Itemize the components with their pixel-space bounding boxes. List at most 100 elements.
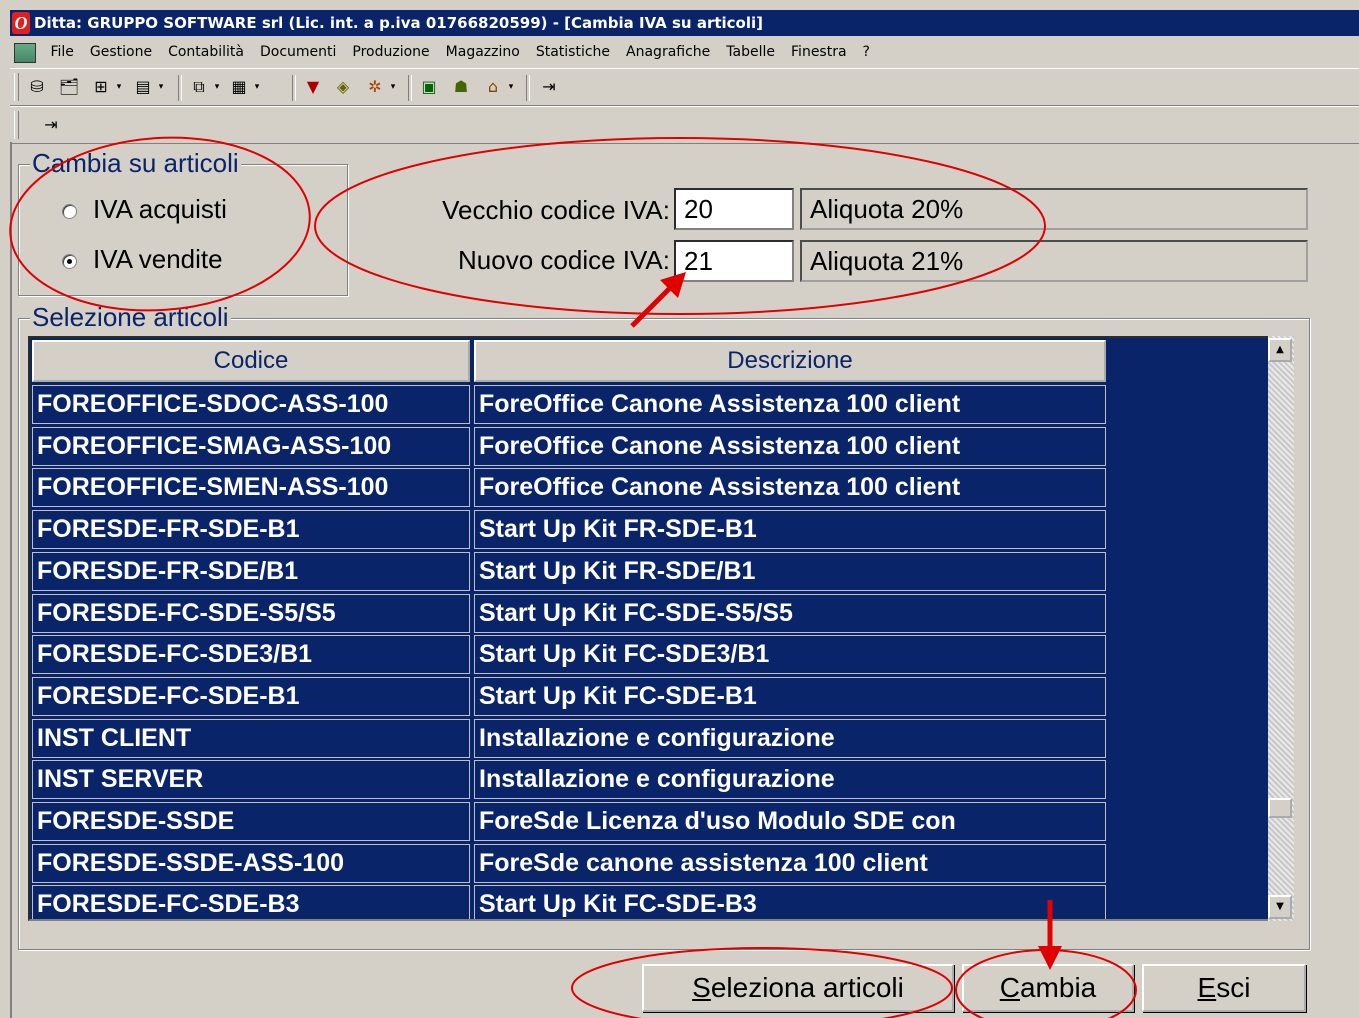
- menu-documenti[interactable]: Documenti: [252, 38, 344, 66]
- cell-descrizione[interactable]: Start Up Kit FR-SDE/B1: [474, 551, 1106, 591]
- chevron-down-icon[interactable]: ▾: [506, 76, 516, 98]
- menu-statistiche[interactable]: Statistiche: [528, 38, 618, 66]
- menu-magazzino[interactable]: Magazzino: [438, 38, 528, 66]
- table-row[interactable]: FORESDE-SSDE-ASS-100 ForeSde canone assis…: [30, 843, 1130, 885]
- cell-descrizione[interactable]: ForeOffice Canone Assistenza 100 client: [474, 426, 1106, 466]
- tree-icon[interactable]: ⊞: [90, 76, 112, 98]
- cell-codice[interactable]: FORESDE-FC-SDE3/B1: [32, 635, 470, 675]
- select-label: eleziona articoli: [710, 972, 904, 1003]
- cell-codice[interactable]: FOREOFFICE-SMAG-ASS-100: [32, 426, 470, 466]
- folder-icon[interactable]: 🗂: [58, 76, 80, 98]
- chevron-down-icon[interactable]: ▾: [156, 76, 166, 98]
- radio-iva-vendite[interactable]: IVA vendite: [62, 244, 223, 274]
- app-logo-icon: O: [12, 12, 30, 34]
- cell-descrizione[interactable]: Start Up Kit FC-SDE-S5/S5: [474, 593, 1106, 633]
- column-header-codice[interactable]: Codice: [32, 340, 470, 382]
- cell-descrizione[interactable]: Start Up Kit FC-SDE3/B1: [474, 635, 1106, 675]
- cell-descrizione[interactable]: Start Up Kit FC-SDE-B1: [474, 676, 1106, 716]
- menu-anagrafiche[interactable]: Anagrafiche: [618, 38, 718, 66]
- table-row[interactable]: FORESDE-FC-SDE3/B1 Start Up Kit FC-SDE3/B…: [30, 634, 1130, 676]
- old-vat-code-input[interactable]: 20: [674, 188, 794, 230]
- table-row[interactable]: INST CLIENT Installazione e configurazion…: [30, 718, 1130, 760]
- radio-label: IVA acquisti: [93, 194, 227, 224]
- scrollbar-thumb[interactable]: [1268, 798, 1292, 819]
- cell-codice[interactable]: FOREOFFICE-SMEN-ASS-100: [32, 468, 470, 508]
- table-row[interactable]: FOREOFFICE-SDOC-ASS-100 ForeOffice Canone…: [30, 384, 1130, 426]
- home-icon[interactable]: ⌂: [482, 76, 504, 98]
- people-icon[interactable]: ☗: [450, 76, 472, 98]
- radio-iva-acquisti[interactable]: IVA acquisti: [62, 194, 227, 224]
- cell-descrizione[interactable]: ForeOffice Canone Assistenza 100 client: [474, 385, 1106, 424]
- new-vat-code-input[interactable]: 21: [674, 240, 794, 282]
- table-row[interactable]: FORESDE-FC-SDE-S5/S5 Start Up Kit FC-SDE-…: [30, 593, 1130, 635]
- cell-descrizione[interactable]: Installazione e configurazione: [474, 760, 1106, 800]
- filter-icon[interactable]: ▼: [302, 76, 324, 98]
- exit-door-icon[interactable]: ⇥: [538, 76, 560, 98]
- cell-descrizione[interactable]: ForeSde canone assistenza 100 client: [474, 843, 1106, 883]
- chevron-down-icon[interactable]: ▾: [252, 76, 262, 98]
- table-row[interactable]: FORESDE-FR-SDE/B1 Start Up Kit FR-SDE/B1: [30, 551, 1130, 593]
- toolbar-grip[interactable]: [14, 73, 19, 101]
- change-button[interactable]: Cambia: [962, 964, 1134, 1012]
- database-icon[interactable]: ⛁: [26, 76, 48, 98]
- toolbar-separator: [178, 75, 182, 101]
- paste-icon[interactable]: ▦: [228, 76, 250, 98]
- table-row[interactable]: FORESDE-FC-SDE-B1 Start Up Kit FC-SDE-B1: [30, 676, 1130, 718]
- menu-bar: File Gestione Contabilità Documenti Produzio…: [10, 38, 1359, 66]
- radio-button-selected[interactable]: [62, 253, 77, 269]
- table-row[interactable]: FOREOFFICE-SMEN-ASS-100 ForeOffice Canone…: [30, 467, 1130, 509]
- cell-descrizione[interactable]: Start Up Kit FR-SDE-B1: [474, 510, 1106, 550]
- cell-codice[interactable]: FORESDE-FR-SDE-B1: [32, 510, 470, 550]
- chevron-down-icon[interactable]: ▾: [388, 76, 398, 98]
- cell-descrizione[interactable]: Installazione e configurazione: [474, 718, 1106, 758]
- scroll-up-icon[interactable]: ▲: [1268, 338, 1292, 362]
- chevron-down-icon[interactable]: ▾: [114, 76, 124, 98]
- calculator-icon[interactable]: ▣: [418, 76, 440, 98]
- cell-codice[interactable]: FORESDE-FR-SDE/B1: [32, 551, 470, 591]
- cell-codice[interactable]: FORESDE-SSDE: [32, 802, 470, 841]
- document-menu-icon[interactable]: [14, 43, 36, 63]
- exit-button[interactable]: Esci: [1142, 964, 1306, 1012]
- table-row[interactable]: INST SERVER Installazione e configurazion…: [30, 759, 1130, 801]
- table-row[interactable]: FOREOFFICE-SMAG-ASS-100 ForeOffice Canone…: [30, 426, 1130, 468]
- menu-help[interactable]: ?: [855, 38, 878, 66]
- close-window-door-icon[interactable]: ⇥: [40, 114, 62, 136]
- new-vat-description: Aliquota 21%: [800, 240, 1308, 282]
- menu-contabilita[interactable]: Contabilità: [160, 38, 252, 66]
- menu-file[interactable]: File: [42, 38, 81, 66]
- cell-descrizione[interactable]: ForeOffice Canone Assistenza 100 client: [474, 468, 1106, 508]
- menu-gestione[interactable]: Gestione: [82, 38, 160, 66]
- cell-codice[interactable]: FORESDE-FC-SDE-B1: [32, 676, 470, 716]
- articles-grid[interactable]: Codice Descrizione FOREOFFICE-SDOC-ASS-1…: [28, 336, 1292, 921]
- cell-codice[interactable]: INST SERVER: [32, 760, 470, 800]
- chevron-down-icon[interactable]: ▾: [212, 76, 222, 98]
- select-articles-button[interactable]: Seleziona articoli: [642, 964, 954, 1012]
- table-row[interactable]: FORESDE-FC-SDE-B3 Start Up Kit FC-SDE-B3: [30, 884, 1130, 919]
- radio-button-unselected[interactable]: [62, 203, 77, 219]
- column-header-descrizione[interactable]: Descrizione: [474, 340, 1106, 382]
- toolbar-grip[interactable]: [14, 111, 19, 139]
- cell-codice[interactable]: FOREOFFICE-SDOC-ASS-100: [32, 385, 470, 424]
- window-titlebar[interactable]: O Ditta: GRUPPO SOFTWARE srl (Lic. int. a…: [10, 10, 1359, 36]
- menu-finestra[interactable]: Finestra: [783, 38, 855, 66]
- table-row[interactable]: FORESDE-SSDE ForeSde Licenza d'uso Modulo…: [30, 801, 1130, 843]
- scroll-down-icon[interactable]: ▼: [1268, 895, 1292, 919]
- cell-codice[interactable]: FORESDE-FC-SDE-S5/S5: [32, 593, 470, 633]
- article-selection-legend: Selezione articoli: [30, 302, 231, 332]
- tools-icon[interactable]: ✲: [364, 76, 386, 98]
- cell-codice[interactable]: INST CLIENT: [32, 718, 470, 758]
- menu-tabelle[interactable]: Tabelle: [718, 38, 783, 66]
- menu-produzione[interactable]: Produzione: [344, 38, 437, 66]
- cell-descrizione[interactable]: Start Up Kit FC-SDE-B3: [474, 885, 1106, 919]
- cell-codice[interactable]: FORESDE-SSDE-ASS-100: [32, 843, 470, 883]
- cell-codice[interactable]: FORESDE-FC-SDE-B3: [32, 885, 470, 919]
- tags-icon[interactable]: ◈: [332, 76, 354, 98]
- form-icon[interactable]: ▤: [132, 76, 154, 98]
- cell-descrizione[interactable]: ForeSde Licenza d'uso Modulo SDE con: [474, 802, 1106, 841]
- change-mnemonic: C: [999, 972, 1020, 1003]
- new-vat-label: Nuovo codice IVA:: [458, 245, 670, 275]
- grid-vertical-scrollbar[interactable]: ▲ ▼: [1268, 336, 1294, 921]
- table-row[interactable]: FORESDE-FR-SDE-B1 Start Up Kit FR-SDE-B1: [30, 509, 1130, 551]
- copy-icon[interactable]: ⧉: [188, 76, 210, 98]
- old-vat-description: Aliquota 20%: [800, 188, 1308, 230]
